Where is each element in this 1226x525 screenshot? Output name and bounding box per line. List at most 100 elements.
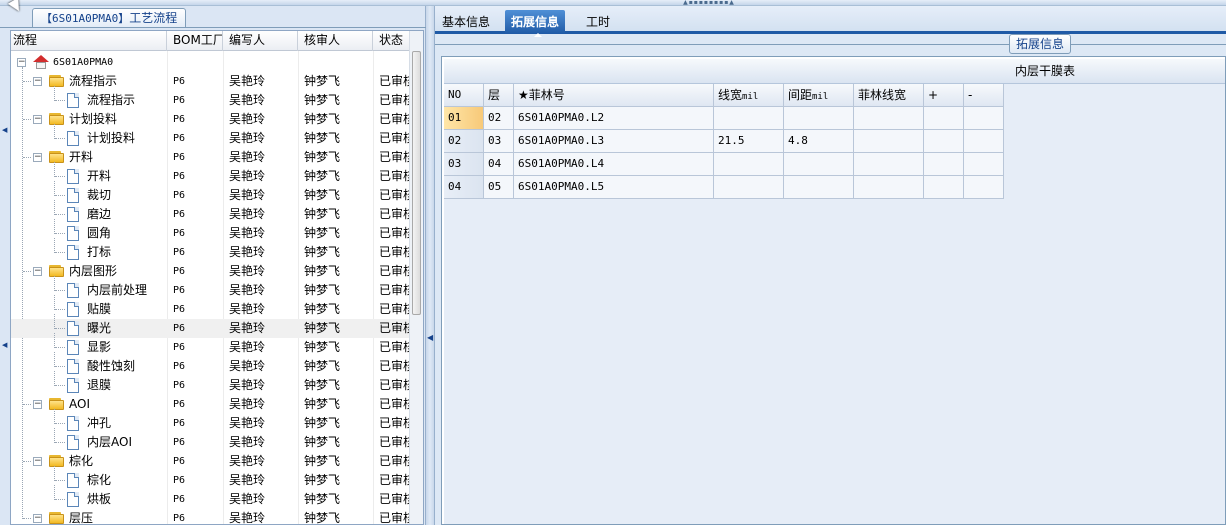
- reviewer-cell: 钟梦飞: [304, 473, 341, 487]
- tree-step-row[interactable]: 磨边 P6 吴艳玲 钟梦飞 已审核: [11, 200, 411, 224]
- layer-cell[interactable]: 05: [484, 176, 514, 199]
- tree-step-row[interactable]: 冲孔 P6 吴艳玲 钟梦飞 已审核: [11, 409, 411, 433]
- film-line-width-cell[interactable]: [854, 107, 924, 130]
- collapse-toggle-icon[interactable]: −: [33, 400, 42, 409]
- header-minus[interactable]: -: [964, 84, 1004, 107]
- header-spacing[interactable]: 间距mil: [784, 84, 854, 107]
- tree-folder-row[interactable]: − 计划投料 P6 吴艳玲 钟梦飞 已审核: [11, 110, 411, 129]
- collapse-toggle-icon[interactable]: −: [33, 77, 42, 86]
- tree-connector: [23, 461, 31, 462]
- header-film-no[interactable]: ★菲林号: [514, 84, 714, 107]
- tree-step-row[interactable]: 退膜 P6 吴艳玲 钟梦飞 已审核: [11, 371, 411, 395]
- header-line-width[interactable]: 线宽mil: [714, 84, 784, 107]
- collapse-toggle-icon[interactable]: −: [33, 115, 42, 124]
- tab-extended-info[interactable]: 拓展信息: [505, 10, 566, 38]
- film-number-cell[interactable]: 6S01A0PMA0.L5: [514, 176, 714, 199]
- table-row[interactable]: 03 04 6S01A0PMA0.L4: [444, 153, 1004, 176]
- header-plus[interactable]: +: [924, 84, 964, 107]
- tree-root-row[interactable]: − 6S01A0PMA0: [11, 53, 411, 72]
- document-icon: [67, 226, 79, 241]
- header-no[interactable]: NO: [444, 84, 484, 107]
- tree-node-label: 内层AOI: [87, 435, 132, 449]
- layer-cell[interactable]: 02: [484, 107, 514, 130]
- document-icon: [67, 188, 79, 203]
- film-line-width-cell[interactable]: [854, 130, 924, 153]
- tree-step-row[interactable]: 裁切 P6 吴艳玲 钟梦飞 已审核: [11, 181, 411, 205]
- line-width-cell[interactable]: 21.5: [714, 130, 784, 153]
- line-width-cell[interactable]: [714, 107, 784, 130]
- tree-step-row[interactable]: 流程指示 P6 吴艳玲 钟梦飞 已审核: [11, 86, 411, 110]
- spacing-cell[interactable]: [784, 107, 854, 130]
- tree-step-row[interactable]: 显影 P6 吴艳玲 钟梦飞 已审核: [11, 333, 411, 357]
- left-collapse-grip-lower[interactable]: ◀: [2, 341, 8, 349]
- document-icon: [67, 435, 79, 450]
- tree-step-row[interactable]: 开料 P6 吴艳玲 钟梦飞 已审核: [11, 162, 411, 186]
- header-film-line-width[interactable]: 菲林线宽: [854, 84, 924, 107]
- tree-folder-row[interactable]: − 开料 P6 吴艳玲 钟梦飞 已审核: [11, 148, 411, 167]
- tree-step-row[interactable]: 打标 P6 吴艳玲 钟梦飞 已审核: [11, 238, 411, 262]
- tree-step-row[interactable]: 圆角 P6 吴艳玲 钟梦飞 已审核: [11, 219, 411, 243]
- table-row[interactable]: 04 05 6S01A0PMA0.L5: [444, 176, 1004, 199]
- collapse-toggle-icon[interactable]: −: [33, 457, 42, 466]
- layer-cell[interactable]: 03: [484, 130, 514, 153]
- top-collapse-grip[interactable]: ▲▪▪▪▪▪▪▪▪▲: [683, 0, 735, 6]
- status-cell: 已审核: [379, 264, 411, 278]
- film-line-width-cell[interactable]: [854, 153, 924, 176]
- tree-step-row[interactable]: 曝光 P6 吴艳玲 钟梦飞 已审核: [11, 314, 411, 338]
- col-header-status[interactable]: 状态: [373, 31, 411, 51]
- collapse-toggle-icon[interactable]: −: [33, 153, 42, 162]
- minus-cell[interactable]: [964, 130, 1004, 153]
- plus-cell[interactable]: [924, 176, 964, 199]
- film-number-cell[interactable]: 6S01A0PMA0.L3: [514, 130, 714, 153]
- status-cell: 已审核: [379, 473, 411, 487]
- layer-cell[interactable]: 04: [484, 153, 514, 176]
- tree-folder-row[interactable]: − 层压 P6 吴艳玲 钟梦飞 已审核: [11, 509, 411, 524]
- tree-connector: [55, 233, 65, 234]
- spacing-cell[interactable]: [784, 176, 854, 199]
- table-row[interactable]: 02 03 6S01A0PMA0.L3 21.5 4.8: [444, 130, 1004, 153]
- tree-step-row[interactable]: 贴膜 P6 吴艳玲 钟梦飞 已审核: [11, 295, 411, 319]
- minus-cell[interactable]: [964, 176, 1004, 199]
- tab-work-hours[interactable]: 工时: [580, 10, 616, 34]
- col-header-reviewer[interactable]: 核审人: [298, 31, 373, 51]
- left-collapse-grip[interactable]: ◀: [2, 126, 8, 134]
- tree-step-row[interactable]: 计划投料 P6 吴艳玲 钟梦飞 已审核: [11, 124, 411, 148]
- panel-splitter[interactable]: ◀: [426, 6, 435, 525]
- col-header-factory[interactable]: BOM工厂: [167, 31, 223, 51]
- header-layer[interactable]: 层: [484, 84, 514, 107]
- tree-folder-row[interactable]: − 棕化 P6 吴艳玲 钟梦飞 已审核: [11, 452, 411, 471]
- collapse-toggle-icon[interactable]: −: [33, 514, 42, 523]
- tree-folder-row[interactable]: − AOI P6 吴艳玲 钟梦飞 已审核: [11, 395, 411, 414]
- header-text: ★菲林号: [518, 88, 565, 102]
- minus-cell[interactable]: [964, 107, 1004, 130]
- tree-connector: [54, 466, 55, 481]
- tree-folder-row[interactable]: − 流程指示 P6 吴艳玲 钟梦飞 已审核: [11, 72, 411, 91]
- film-number-cell[interactable]: 6S01A0PMA0.L2: [514, 107, 714, 130]
- line-width-cell[interactable]: [714, 176, 784, 199]
- collapse-toggle-icon[interactable]: −: [17, 58, 26, 67]
- tab-basic-info[interactable]: 基本信息: [436, 10, 496, 34]
- tree-step-row[interactable]: 内层AOI P6 吴艳玲 钟梦飞 已审核: [11, 428, 411, 452]
- col-header-flow[interactable]: 流程: [11, 31, 167, 51]
- tree-step-row[interactable]: 棕化 P6 吴艳玲 钟梦飞 已审核: [11, 466, 411, 490]
- spacing-cell[interactable]: [784, 153, 854, 176]
- tree-vertical-scrollbar[interactable]: [409, 31, 423, 524]
- minus-cell[interactable]: [964, 153, 1004, 176]
- film-number-cell[interactable]: 6S01A0PMA0.L4: [514, 153, 714, 176]
- tree-folder-row[interactable]: − 内层图形 P6 吴艳玲 钟梦飞 已审核: [11, 262, 411, 281]
- plus-cell[interactable]: [924, 130, 964, 153]
- splitter-grip-icon[interactable]: ◀: [427, 331, 433, 345]
- plus-cell[interactable]: [924, 107, 964, 130]
- tree-step-row[interactable]: 内层前处理 P6 吴艳玲 钟梦飞 已审核: [11, 276, 411, 300]
- film-line-width-cell[interactable]: [854, 176, 924, 199]
- col-header-writer[interactable]: 编写人: [223, 31, 298, 51]
- tree-node-label: 磨边: [87, 207, 112, 221]
- tree-step-row[interactable]: 酸性蚀刻 P6 吴艳玲 钟梦飞 已审核: [11, 352, 411, 376]
- table-row[interactable]: 01 02 6S01A0PMA0.L2: [444, 107, 1004, 130]
- plus-cell[interactable]: [924, 153, 964, 176]
- collapse-toggle-icon[interactable]: −: [33, 267, 42, 276]
- scrollbar-thumb[interactable]: [412, 51, 421, 315]
- tree-step-row[interactable]: 烘板 P6 吴艳玲 钟梦飞 已审核: [11, 485, 411, 509]
- line-width-cell[interactable]: [714, 153, 784, 176]
- spacing-cell[interactable]: 4.8: [784, 130, 854, 153]
